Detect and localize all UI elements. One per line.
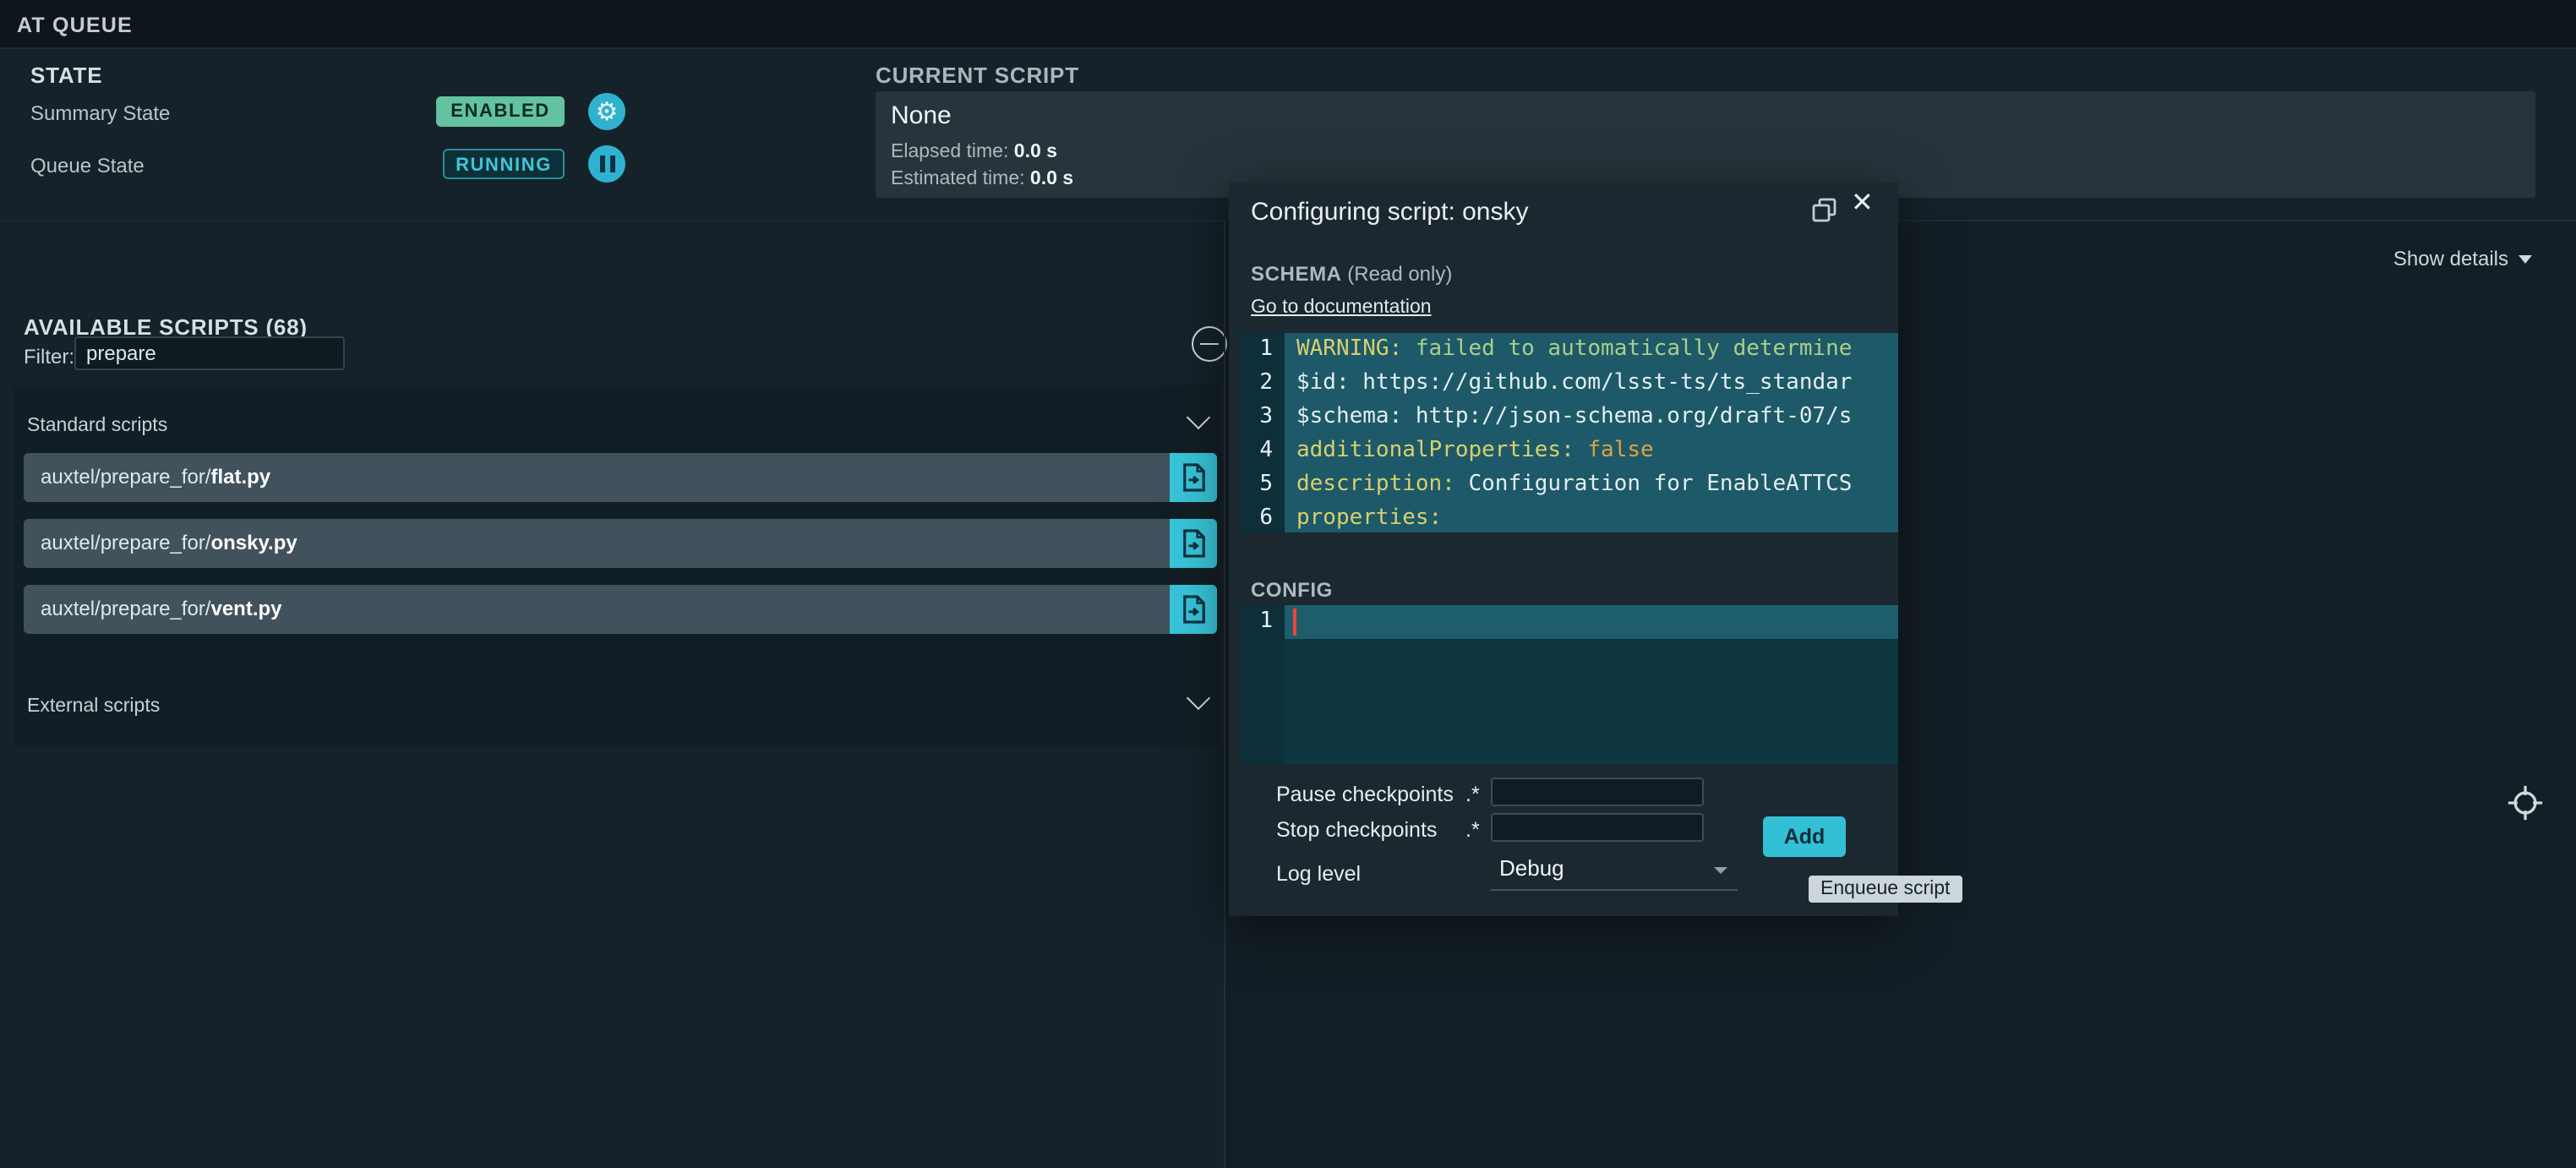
scripts-list-panel: Standard scripts auxtel/prepare_for/flat… bbox=[14, 385, 1220, 747]
queue-state-badge: RUNNING bbox=[443, 149, 565, 179]
summary-state-label: Summary State bbox=[30, 101, 170, 125]
configure-script-modal: Configuring script: onsky ✕ SCHEMA (Read… bbox=[1229, 183, 1898, 916]
schema-heading: SCHEMA (Read only) bbox=[1251, 262, 1452, 286]
elapsed-time: Elapsed time: 0.0 s bbox=[891, 142, 1057, 162]
script-name: onsky.py bbox=[210, 531, 297, 554]
enqueue-script-button[interactable] bbox=[1170, 585, 1217, 634]
elapsed-time-label: Elapsed time: bbox=[891, 142, 1008, 162]
summary-state-settings-button[interactable]: ⚙ bbox=[588, 93, 625, 130]
enqueue-script-tooltip: Enqueue script bbox=[1809, 876, 1962, 903]
chevron-down-icon[interactable] bbox=[1187, 406, 1210, 429]
launch-script-icon bbox=[1181, 463, 1206, 492]
script-path: auxtel/prepare_for/ bbox=[41, 465, 210, 488]
locate-button[interactable] bbox=[2507, 784, 2544, 821]
pause-icon bbox=[599, 156, 614, 172]
page-title: AT QUEUE bbox=[17, 14, 133, 37]
schema-line: 4 additionalProperties: false bbox=[1241, 434, 1898, 468]
add-button[interactable]: Add bbox=[1763, 816, 1846, 857]
launch-script-icon bbox=[1181, 529, 1206, 558]
script-path: auxtel/prepare_for/ bbox=[41, 597, 210, 620]
copy-button[interactable] bbox=[1812, 198, 1837, 223]
script-name: flat.py bbox=[210, 465, 270, 488]
text-cursor bbox=[1293, 609, 1296, 636]
schema-line: 5 description: Configuration for EnableA… bbox=[1241, 468, 1898, 502]
standard-scripts-label: Standard scripts bbox=[27, 416, 167, 436]
config-heading: CONFIG bbox=[1251, 578, 1333, 602]
estimated-time-value: 0.0 s bbox=[1030, 169, 1073, 189]
external-scripts-label: External scripts bbox=[27, 696, 160, 717]
pause-checkpoints-pattern: .* bbox=[1465, 783, 1480, 806]
log-level-select[interactable]: Debug bbox=[1491, 852, 1738, 891]
available-scripts-panel: AVAILABLE SCRIPTS (68) Filter: Standard … bbox=[0, 221, 1224, 1168]
filter-label: Filter: bbox=[24, 345, 74, 368]
copy-icon bbox=[1812, 198, 1837, 223]
estimated-time-label: Estimated time: bbox=[891, 169, 1025, 189]
current-script-name: None bbox=[891, 101, 952, 130]
queue-state-label: Queue State bbox=[30, 154, 145, 177]
schema-line: 3 $schema: http://json-schema.org/draft-… bbox=[1241, 401, 1898, 434]
script-row-vent[interactable]: auxtel/prepare_for/vent.py bbox=[24, 585, 1217, 634]
gear-icon: ⚙ bbox=[596, 99, 619, 124]
elapsed-time-value: 0.0 s bbox=[1014, 142, 1057, 162]
show-details-label: Show details bbox=[2393, 247, 2508, 270]
script-row-flat[interactable]: auxtel/prepare_for/flat.py bbox=[24, 453, 1217, 502]
caret-down-icon bbox=[1714, 867, 1727, 874]
pause-checkpoints-label: Pause checkpoints bbox=[1276, 783, 1454, 806]
collapse-panel-icon[interactable] bbox=[1192, 326, 1227, 362]
config-line: 1 bbox=[1241, 605, 1898, 639]
top-bar: AT QUEUE bbox=[0, 0, 2576, 49]
target-icon bbox=[2507, 784, 2544, 821]
enqueue-script-button[interactable] bbox=[1170, 453, 1217, 502]
enqueue-script-button[interactable] bbox=[1170, 519, 1217, 568]
summary-state-badge: ENABLED bbox=[436, 96, 565, 127]
at-queue-page: AT QUEUE STATE Summary State ENABLED ⚙ Q… bbox=[0, 0, 2576, 1168]
schema-line: 6 properties: bbox=[1241, 502, 1898, 532]
modal-title: Configuring script: onsky bbox=[1251, 198, 1529, 227]
documentation-link[interactable]: Go to documentation bbox=[1251, 297, 1432, 318]
pause-checkpoints-input[interactable] bbox=[1491, 778, 1704, 806]
schema-editor[interactable]: 1 WARNING: failed to automatically deter… bbox=[1241, 333, 1898, 532]
chevron-down-icon[interactable] bbox=[1187, 686, 1210, 710]
panel-divider bbox=[1224, 221, 1225, 1168]
pause-queue-button[interactable] bbox=[588, 145, 625, 183]
script-name: vent.py bbox=[210, 597, 281, 620]
filter-input[interactable] bbox=[74, 336, 345, 370]
schema-line: 1 WARNING: failed to automatically deter… bbox=[1241, 333, 1898, 367]
show-details-toggle[interactable]: Show details bbox=[2393, 247, 2532, 270]
launch-script-icon bbox=[1181, 595, 1206, 624]
stop-checkpoints-pattern: .* bbox=[1465, 818, 1480, 842]
config-editor[interactable]: 1 bbox=[1241, 605, 1898, 764]
current-script-heading: CURRENT SCRIPT bbox=[876, 63, 1079, 88]
caret-down-icon bbox=[2519, 254, 2532, 263]
script-row-onsky[interactable]: auxtel/prepare_for/onsky.py bbox=[24, 519, 1217, 568]
log-level-label: Log level bbox=[1276, 862, 1361, 886]
estimated-time: Estimated time: 0.0 s bbox=[891, 169, 1073, 189]
script-path: auxtel/prepare_for/ bbox=[41, 531, 210, 554]
state-heading: STATE bbox=[30, 63, 102, 88]
stop-checkpoints-label: Stop checkpoints bbox=[1276, 818, 1437, 842]
close-icon: ✕ bbox=[1851, 189, 1874, 218]
schema-line: 2 $id: https://github.com/lsst-ts/ts_sta… bbox=[1241, 367, 1898, 401]
stop-checkpoints-input[interactable] bbox=[1491, 813, 1704, 842]
close-modal-button[interactable]: ✕ bbox=[1851, 191, 1874, 218]
log-level-value: Debug bbox=[1499, 855, 1564, 881]
